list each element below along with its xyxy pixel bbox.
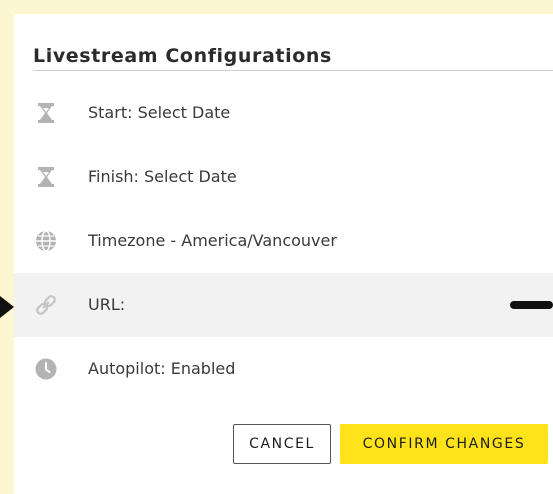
cancel-button[interactable]: CANCEL	[233, 424, 331, 464]
config-row-start[interactable]: Start: Select Date	[14, 81, 553, 145]
title-divider	[33, 70, 553, 71]
config-row-finish[interactable]: Finish: Select Date	[14, 145, 553, 209]
finish-date-label[interactable]: Finish: Select Date	[88, 145, 237, 209]
url-label[interactable]: URL:	[88, 273, 125, 337]
hourglass-icon	[34, 101, 58, 125]
pointer-arrow-icon	[0, 296, 14, 318]
panel-title: Livestream Configurations	[33, 45, 332, 67]
hourglass-icon	[34, 165, 58, 189]
clock-icon	[34, 357, 58, 381]
config-row-url[interactable]: URL:	[14, 273, 553, 337]
config-row-timezone[interactable]: Timezone - America/Vancouver	[14, 209, 553, 273]
link-icon	[34, 293, 58, 317]
drag-handle[interactable]	[510, 301, 553, 309]
config-row-autopilot[interactable]: Autopilot: Enabled	[14, 337, 553, 401]
globe-icon	[34, 229, 58, 253]
timezone-label[interactable]: Timezone - America/Vancouver	[88, 209, 337, 273]
livestream-config-panel: Livestream Configurations Start: Select …	[14, 14, 553, 494]
start-date-label[interactable]: Start: Select Date	[88, 81, 230, 145]
autopilot-label[interactable]: Autopilot: Enabled	[88, 337, 235, 401]
confirm-changes-button[interactable]: CONFIRM CHANGES	[340, 424, 548, 464]
